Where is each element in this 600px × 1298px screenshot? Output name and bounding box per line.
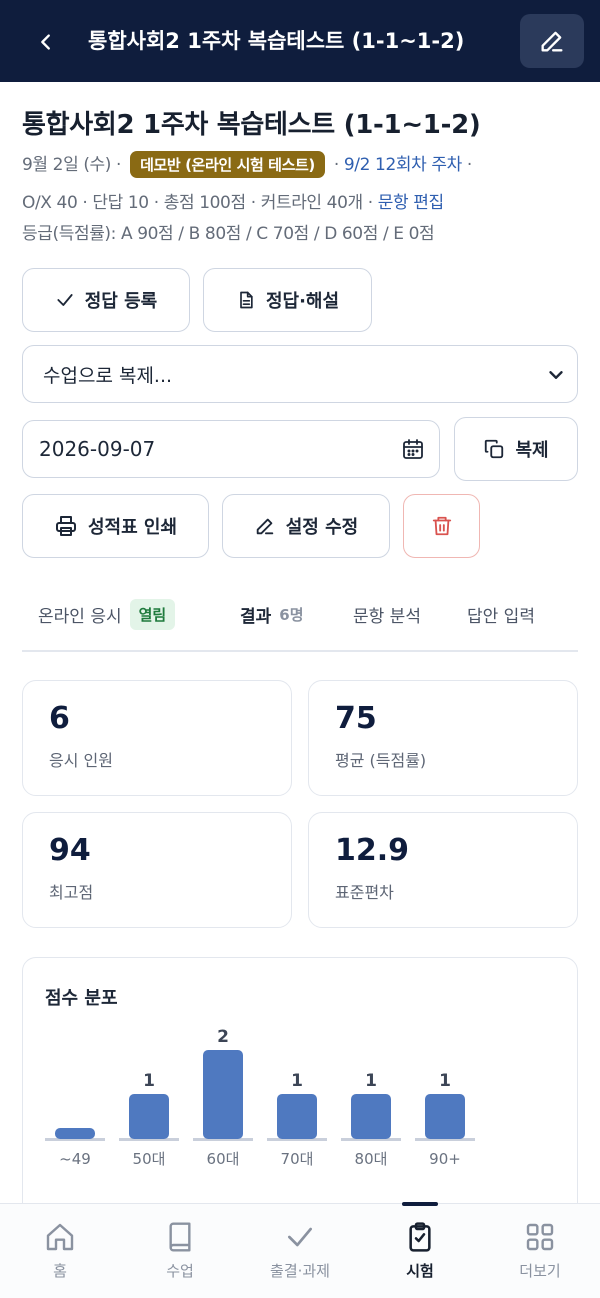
- page-title: 통합사회2 1주차 복습테스트 (1-1~1-2): [22, 110, 481, 140]
- copy-button[interactable]: 복제: [454, 417, 578, 481]
- print-report-label: 성적표 인쇄: [87, 517, 178, 538]
- tab-answer-entry[interactable]: 답안 입력: [467, 596, 535, 632]
- bottom-nav: 홈 수업 출결·과제 시험 더보기: [0, 1202, 600, 1298]
- active-tab-indicator: [402, 1202, 438, 1206]
- tab-results[interactable]: 결과 6명: [240, 596, 304, 632]
- nav-label: 더보기: [519, 1262, 561, 1280]
- meta-line-composition: O/X 40 · 단답 10 · 총점 100점 · 커트라인 40개 · 문항…: [22, 188, 444, 213]
- open-status-badge: 열림: [129, 598, 176, 630]
- copy-icon: [485, 439, 504, 459]
- meta-line-date: 9월 2일 (수) · 데모반 (온라인 시험 테스트) · 9/2 12회차 …: [22, 150, 472, 178]
- meta-composition: O/X 40 · 단답 10 · 총점 100점 · 커트라인 40개 ·: [22, 193, 378, 213]
- nav-item-classes[interactable]: 수업: [120, 1204, 240, 1298]
- stat-value: 94: [49, 833, 91, 868]
- pencil-icon: [541, 31, 563, 52]
- grid-icon: [526, 1223, 554, 1251]
- edit-items-link[interactable]: 문항 편집: [378, 193, 444, 213]
- clipboard-check-icon: [409, 1222, 431, 1252]
- bar-2: [203, 1050, 243, 1139]
- print-report-button[interactable]: 성적표 인쇄: [22, 494, 209, 558]
- tab-results-label: 결과: [240, 606, 272, 627]
- stat-card-max-score: 94 최고점: [22, 812, 292, 928]
- stat-card-average: 75 평균 (득점률): [308, 680, 578, 796]
- meta-line-grades: 등급(득점률): A 90점 / B 80점 / C 70점 / D 60점 /…: [22, 224, 435, 244]
- bar-5: [425, 1094, 465, 1139]
- stat-card-participants: 6 응시 인원: [22, 680, 292, 796]
- bar-data-label: 1: [143, 1071, 155, 1091]
- class-badge: 데모반 (온라인 시험 테스트): [130, 151, 325, 178]
- answers-explanations-label: 정답·해설: [265, 291, 340, 312]
- stat-value: 75: [335, 701, 377, 736]
- stat-value: 12.9: [335, 833, 410, 868]
- tab-item-analysis[interactable]: 문항 분석: [353, 596, 421, 632]
- nav-item-more[interactable]: 더보기: [480, 1204, 600, 1298]
- answers-explanations-button[interactable]: 정답·해설: [203, 268, 372, 332]
- trash-icon: [432, 516, 451, 536]
- document-icon: [240, 291, 253, 309]
- delete-button[interactable]: [403, 494, 480, 558]
- category-label: ~49: [59, 1150, 91, 1168]
- calendar-icon[interactable]: [401, 437, 425, 461]
- back-button[interactable]: [30, 26, 62, 58]
- category-label: 60대: [207, 1150, 240, 1168]
- score-distribution-chart: ~49 1 50대 2 60대 1 70대 1 80대 1 90+: [45, 1027, 475, 1168]
- bar-data-label: 1: [439, 1071, 451, 1091]
- nav-item-attendance[interactable]: 출결·과제: [240, 1204, 360, 1298]
- stat-label: 응시 인원: [49, 751, 113, 770]
- nav-label: 수업: [166, 1262, 194, 1280]
- tab-answer-entry-label: 답안 입력: [467, 606, 535, 627]
- home-icon: [46, 1223, 74, 1251]
- copy-button-label: 복제: [515, 440, 549, 461]
- meta-date: 9월 2일 (수) ·: [22, 155, 122, 175]
- printer-icon: [55, 516, 76, 536]
- category-label: 80대: [355, 1150, 388, 1168]
- bar-4: [351, 1094, 391, 1139]
- pencil-icon: [256, 518, 273, 535]
- copy-to-class-select[interactable]: 수업으로 복제...: [22, 345, 578, 403]
- stat-label: 표준편차: [335, 883, 394, 902]
- stat-label: 평균 (득점률): [335, 751, 427, 770]
- exam-tabs: 온라인 응시 열림 결과 6명 문항 분석 답안 입력: [22, 596, 578, 652]
- bar-1: [129, 1094, 169, 1139]
- copy-to-class-value: 수업으로 복제...: [43, 364, 173, 387]
- copy-date-input[interactable]: 2026-09-07: [22, 420, 440, 478]
- check-icon: [288, 1227, 312, 1247]
- stat-label: 최고점: [49, 883, 94, 902]
- meta-separator-tail: ·: [461, 155, 472, 175]
- bar-3: [277, 1094, 317, 1139]
- tab-online-exam[interactable]: 온라인 응시 열림: [38, 596, 176, 632]
- category-label: 90+: [429, 1150, 461, 1168]
- score-distribution-card: 점수 분포 ~49 1 50대 2 60대 1 70대 1 80대 1 90+: [22, 957, 578, 1217]
- stat-value: 6: [49, 701, 70, 736]
- register-answers-button[interactable]: 정답 등록: [22, 268, 190, 332]
- nav-label: 홈: [53, 1262, 67, 1280]
- copy-date-value: 2026-09-07: [39, 437, 156, 461]
- edit-settings-label: 설정 수정: [285, 517, 359, 538]
- category-label: 70대: [281, 1150, 314, 1168]
- register-answers-label: 정답 등록: [84, 291, 158, 312]
- nav-label: 출결·과제: [270, 1262, 330, 1280]
- bar-data-label: 1: [365, 1071, 377, 1091]
- book-icon: [169, 1222, 191, 1252]
- tab-online-exam-label: 온라인 응시: [38, 606, 122, 627]
- category-label: 50대: [133, 1150, 166, 1168]
- session-link[interactable]: 9/2 12회차 주차: [344, 155, 462, 175]
- header-edit-button[interactable]: [520, 14, 584, 68]
- nav-item-home[interactable]: 홈: [0, 1204, 120, 1298]
- meta-separator: ·: [328, 155, 344, 175]
- tab-item-analysis-label: 문항 분석: [353, 606, 421, 627]
- stat-card-std-dev: 12.9 표준편차: [308, 812, 578, 928]
- chevron-down-icon: [549, 371, 563, 379]
- check-icon: [57, 294, 73, 306]
- chevron-left-icon: [41, 34, 50, 50]
- top-bar: 통합사회2 1주차 복습테스트 (1-1~1-2): [0, 0, 600, 82]
- edit-settings-button[interactable]: 설정 수정: [222, 494, 390, 558]
- results-count: 6명: [279, 605, 304, 624]
- nav-item-exams[interactable]: 시험: [360, 1202, 480, 1298]
- bar-0: [55, 1128, 95, 1139]
- bar-data-label: 1: [291, 1071, 303, 1091]
- header-title: 통합사회2 1주차 복습테스트 (1-1~1-2): [88, 29, 465, 53]
- bar-data-label: 2: [217, 1027, 229, 1047]
- nav-label: 시험: [406, 1262, 434, 1280]
